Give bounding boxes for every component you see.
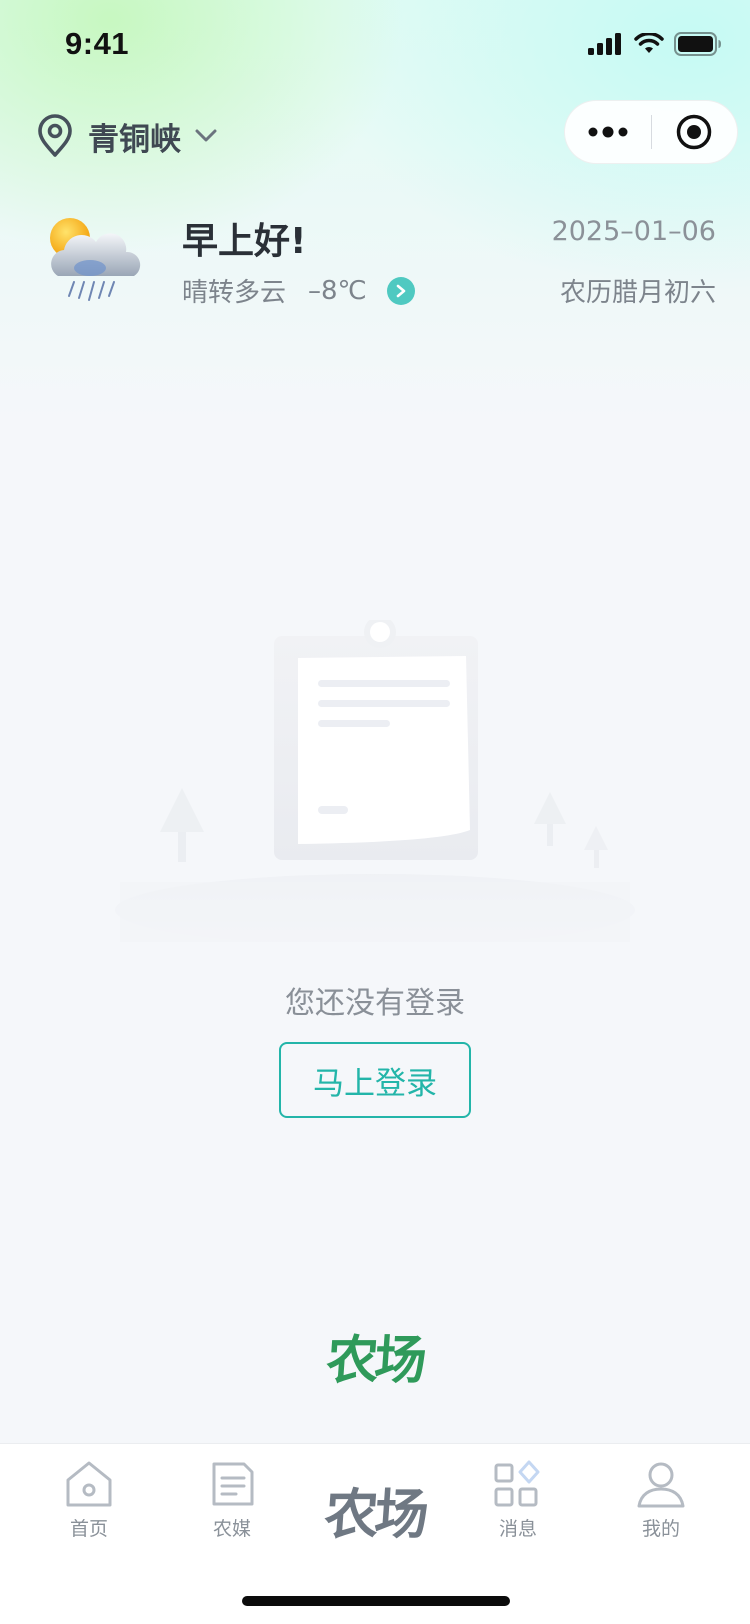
screen: 9:41 青铜峡 早上好! 晴转多云 –8℃ 2025–01–06 农历腊月初六… bbox=[0, 0, 750, 1624]
tab-profile-label: 我的 bbox=[641, 1518, 680, 1540]
location-selector[interactable]: 青铜峡 bbox=[36, 110, 217, 162]
greeting: 早上好! bbox=[182, 221, 307, 262]
more-dots-icon bbox=[588, 126, 628, 138]
grid-icon bbox=[494, 1460, 540, 1507]
tab-profile[interactable]: 我的 bbox=[601, 1460, 721, 1550]
chevron-right-icon[interactable] bbox=[386, 276, 415, 305]
user-icon bbox=[637, 1462, 685, 1508]
brand-logo: 农场 bbox=[324, 1331, 425, 1391]
weather-temperature: –8℃ bbox=[308, 275, 367, 306]
tab-farm[interactable]: 农场 bbox=[315, 1460, 435, 1550]
tab-farm-logo: 农场 bbox=[322, 1483, 427, 1546]
target-close-icon bbox=[677, 114, 712, 150]
status-icons bbox=[588, 32, 722, 56]
chevron-down-icon bbox=[195, 129, 217, 142]
weather-condition: 晴转多云 bbox=[182, 278, 287, 308]
login-button[interactable]: 马上登录 bbox=[279, 1042, 471, 1118]
home-icon bbox=[66, 1461, 112, 1507]
tab-media[interactable]: 农媒 bbox=[172, 1460, 292, 1550]
tab-home-label: 首页 bbox=[69, 1518, 108, 1540]
more-button[interactable] bbox=[565, 100, 651, 164]
tab-home[interactable]: 首页 bbox=[29, 1460, 149, 1550]
document-icon bbox=[212, 1462, 254, 1506]
empty-state-message: 您还没有登录 bbox=[285, 986, 465, 1021]
wifi-icon bbox=[634, 33, 664, 53]
status-bar: 9:41 bbox=[0, 0, 750, 92]
location-name: 青铜峡 bbox=[88, 121, 181, 158]
battery-icon bbox=[674, 32, 721, 56]
status-time: 9:41 bbox=[65, 26, 130, 61]
close-button[interactable] bbox=[652, 100, 738, 164]
date: 2025–01–06 bbox=[551, 216, 716, 247]
tab-media-label: 农媒 bbox=[212, 1518, 251, 1540]
tab-messages-label: 消息 bbox=[498, 1518, 537, 1540]
capsule-menu bbox=[564, 100, 738, 164]
clipboard-illustration bbox=[115, 620, 635, 946]
signal-icon bbox=[588, 33, 621, 55]
sun-cloud-rain-icon bbox=[50, 218, 141, 301]
lunar-date: 农历腊月初六 bbox=[559, 278, 716, 308]
weather-summary[interactable]: 晴转多云 –8℃ bbox=[182, 272, 415, 309]
location-pin-icon bbox=[38, 114, 72, 157]
home-indicator bbox=[242, 1596, 510, 1606]
tree-left bbox=[160, 788, 204, 862]
tab-messages[interactable]: 消息 bbox=[458, 1460, 578, 1550]
